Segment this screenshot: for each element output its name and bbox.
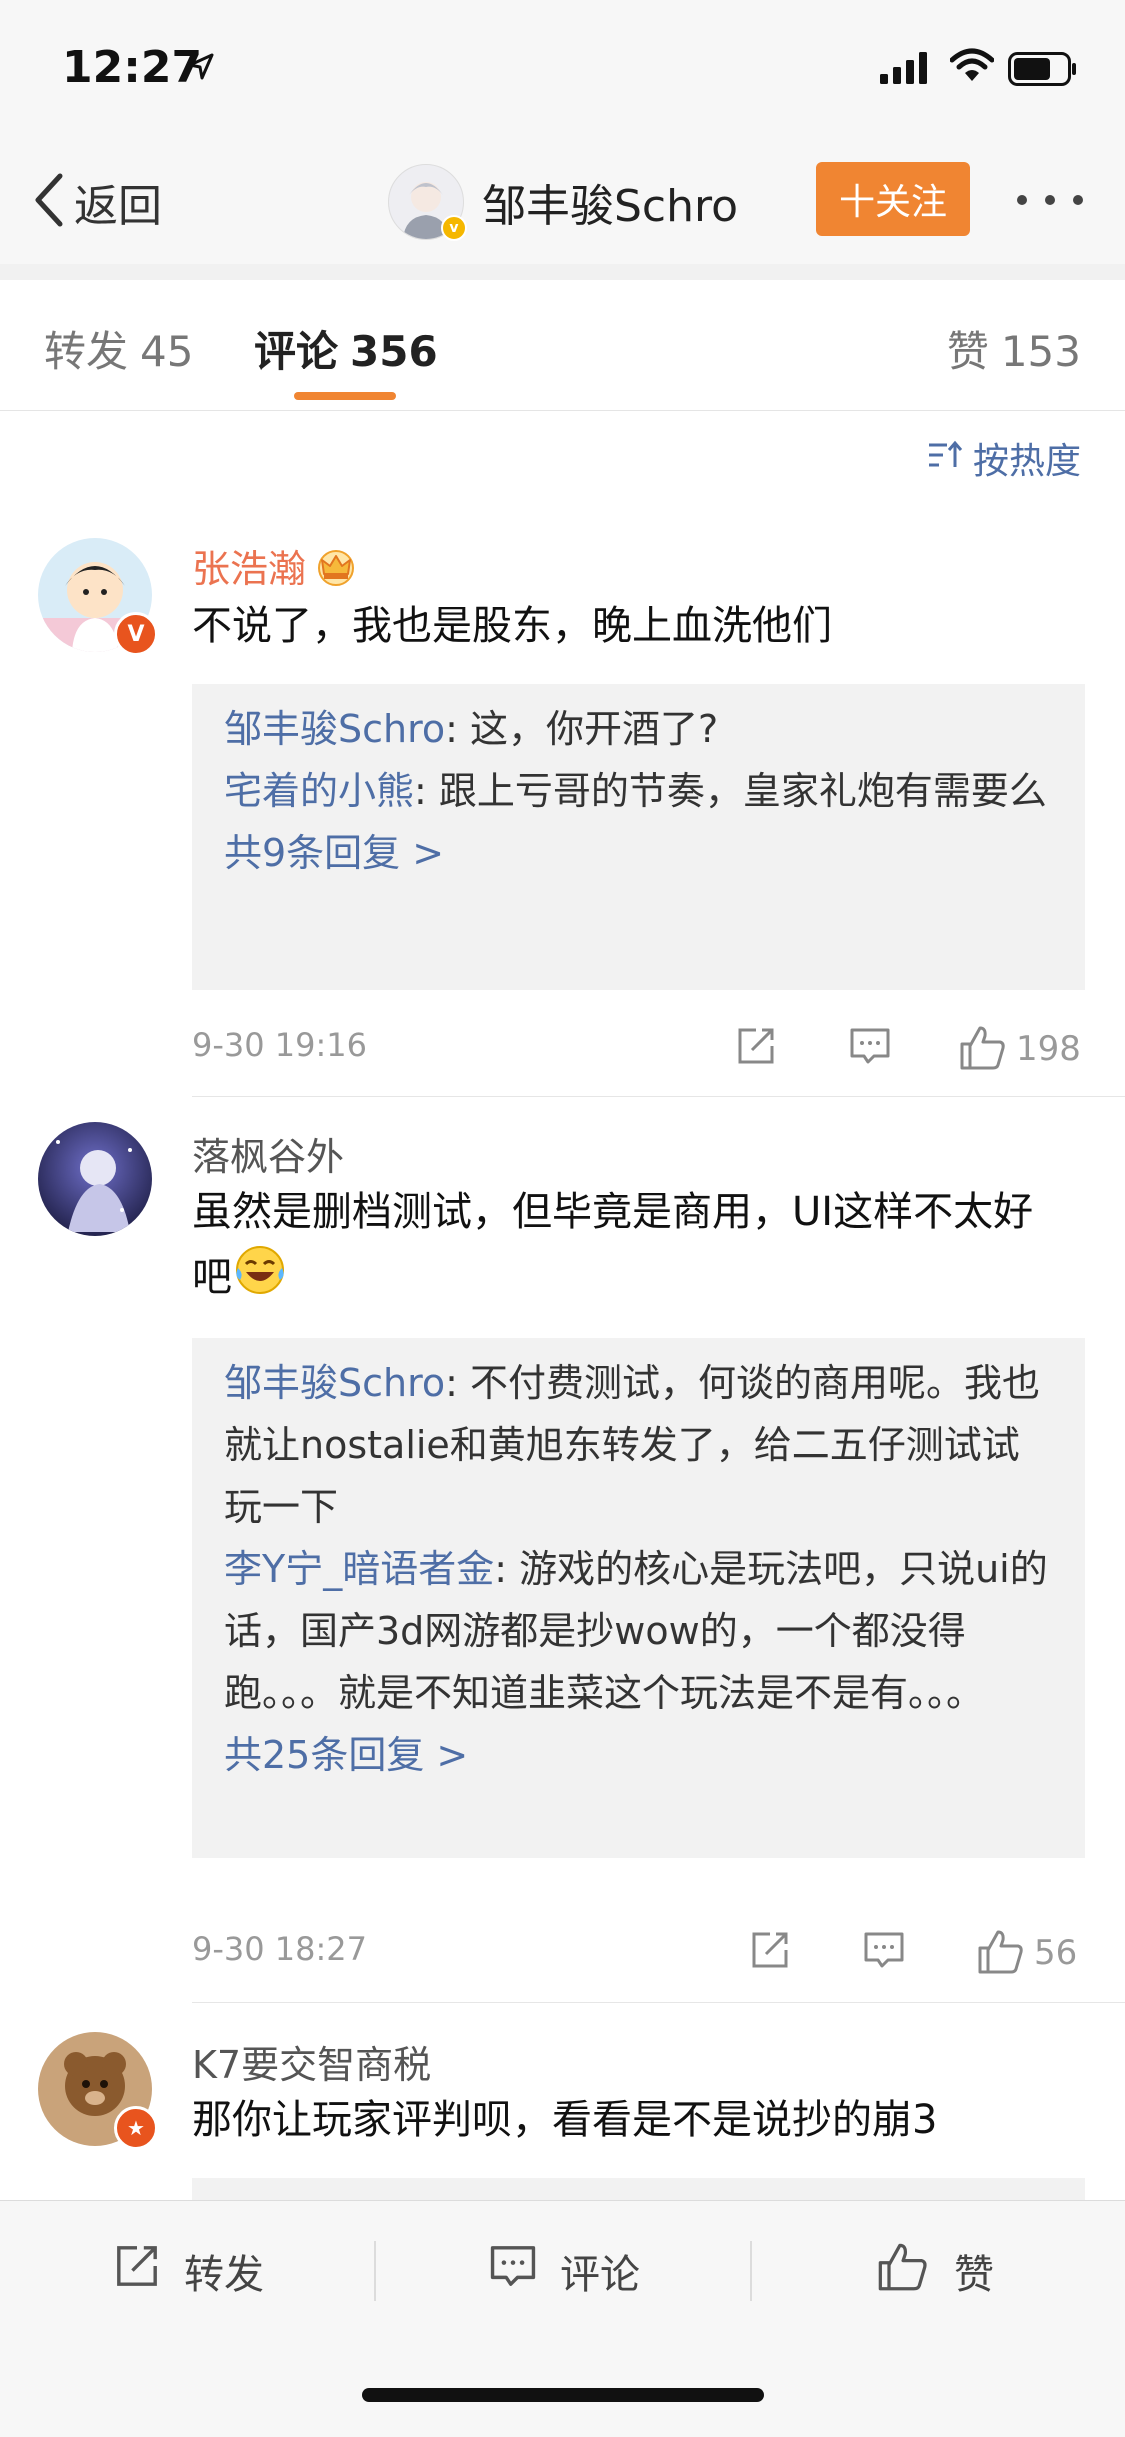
view-more-replies-link[interactable]: 共9条回复 > bbox=[224, 822, 1053, 884]
comment-label: 评论 bbox=[560, 2252, 640, 2298]
reply-item: 邹丰骏Schro: 这，你开酒了? bbox=[224, 698, 1053, 760]
like-count: 198 bbox=[1016, 1029, 1081, 1069]
reply-username[interactable]: 宅着的小熊 bbox=[224, 769, 414, 813]
reply-item: 李Y宁_暗语者金: 游戏的核心是玩法吧，只说ui的话，国产3d网游都是抄wow的… bbox=[224, 1538, 1053, 1724]
like-button[interactable]: 56 bbox=[976, 1928, 1077, 1978]
reply-item: 邹丰骏Schro: 不付费测试，何谈的商用呢。我也就让nostalie和黄旭东转… bbox=[224, 1352, 1053, 1538]
tab-likes-count: 153 bbox=[1000, 327, 1081, 376]
cellular-signal-icon bbox=[880, 52, 932, 88]
page-title: 邹丰骏Schro bbox=[482, 181, 739, 232]
tab-likes[interactable]: 赞 153 bbox=[947, 318, 1081, 379]
tab-comments-count: 356 bbox=[350, 327, 438, 376]
more-options-icon[interactable] bbox=[1012, 180, 1088, 220]
reply-username[interactable]: 邹丰骏Schro bbox=[224, 707, 445, 751]
like-label: 赞 bbox=[954, 2252, 994, 2298]
nav-profile[interactable]: v 邹丰骏Schro bbox=[388, 158, 738, 246]
reply-comment-icon[interactable] bbox=[862, 1928, 906, 1972]
comment-username[interactable]: K7要交智商税 bbox=[192, 2034, 431, 2089]
divider bbox=[750, 2241, 752, 2301]
reply-username[interactable]: 邹丰骏Schro bbox=[224, 1361, 445, 1405]
thumbs-up-icon bbox=[976, 1928, 1024, 1978]
back-label: 返回 bbox=[74, 181, 162, 232]
avatar[interactable]: ★ bbox=[38, 2032, 158, 2150]
comment-username[interactable]: 张浩瀚 bbox=[192, 538, 358, 595]
reply-text: : 跟上亏哥的节奏，皇家礼炮有需要么 bbox=[414, 769, 1047, 813]
section-gap bbox=[0, 264, 1125, 280]
status-time: 12:27 bbox=[62, 42, 203, 93]
like-count: 56 bbox=[1034, 1933, 1078, 1973]
sort-label: 按热度 bbox=[972, 441, 1081, 482]
comment-date: 9-30 18:27 bbox=[192, 1930, 368, 1968]
comment-meta: 9-30 18:27 56 bbox=[192, 1920, 1085, 1980]
repost-icon[interactable] bbox=[748, 1928, 792, 1972]
verified-badge: v bbox=[441, 215, 467, 241]
wifi-icon bbox=[949, 48, 995, 88]
comment-date: 9-30 19:16 bbox=[192, 1026, 368, 1064]
follow-button[interactable]: 十关注 bbox=[816, 162, 970, 236]
back-button[interactable]: 返回 bbox=[34, 170, 162, 234]
battery-icon bbox=[1008, 52, 1078, 90]
location-arrow-icon bbox=[186, 52, 216, 86]
comment-meta: 9-30 19:16 198 bbox=[192, 1016, 1085, 1076]
comment-content: 那你让玩家评判呗，看看是不是说抄的崩3 bbox=[192, 2097, 938, 2143]
tab-bar: 转发 45 评论 356 赞 153 bbox=[0, 280, 1125, 411]
comment-content: 虽然是删档测试，但毕竟是商用，UI这样不太好吧 bbox=[192, 1180, 1072, 1315]
divider bbox=[192, 2002, 1125, 2003]
comment-content: 不说了，我也是股东，晚上血洗他们 bbox=[192, 603, 832, 649]
nav-bar: 返回 v 邹丰骏Schro 十关注 bbox=[0, 140, 1125, 265]
sort-icon bbox=[927, 438, 973, 479]
like-button[interactable]: 赞 bbox=[876, 2241, 994, 2301]
thumbs-up-icon bbox=[876, 2241, 928, 2301]
verified-badge: V bbox=[114, 612, 158, 656]
laughing-crying-emoji-icon bbox=[232, 1244, 288, 1315]
reply-item: 宅着的小熊: 跟上亏哥的节奏，皇家礼炮有需要么 bbox=[224, 760, 1053, 822]
reply-comment-icon[interactable] bbox=[848, 1024, 892, 1068]
repost-icon[interactable] bbox=[734, 1024, 778, 1068]
sort-by-hot-button[interactable]: 按热度 bbox=[927, 432, 1081, 484]
avatar[interactable]: V bbox=[38, 538, 158, 656]
view-more-replies-link[interactable]: 共25条回复 > bbox=[224, 1724, 1053, 1786]
repost-label: 转发 bbox=[184, 2252, 264, 2298]
reply-box[interactable]: 邹丰骏Schro: 这，你开酒了? 宅着的小熊: 跟上亏哥的节奏，皇家礼炮有需要… bbox=[192, 684, 1085, 990]
comment-username[interactable]: 落枫谷外 bbox=[192, 1126, 344, 1181]
tab-comments-label: 评论 bbox=[254, 327, 339, 376]
reply-text: : 这，你开酒了? bbox=[445, 707, 719, 751]
tab-reposts-label: 转发 bbox=[44, 327, 129, 376]
status-bar: 12:27 bbox=[0, 0, 1125, 140]
repost-icon bbox=[112, 2241, 162, 2301]
repost-button[interactable]: 转发 bbox=[112, 2241, 264, 2301]
thumbs-up-icon bbox=[958, 1024, 1006, 1074]
divider bbox=[374, 2241, 376, 2301]
reply-box[interactable]: 邹丰骏Schro: 不付费测试，何谈的商用呢。我也就让nostalie和黄旭东转… bbox=[192, 1338, 1085, 1858]
tab-comments[interactable]: 评论 356 bbox=[254, 318, 438, 379]
reply-username[interactable]: 李Y宁_暗语者金 bbox=[224, 1547, 494, 1591]
active-tab-indicator bbox=[294, 392, 396, 400]
member-badge: ★ bbox=[114, 2106, 158, 2150]
home-indicator[interactable] bbox=[362, 2388, 764, 2402]
chevron-left-icon bbox=[34, 172, 64, 232]
vip-crown-icon bbox=[314, 548, 358, 595]
like-button[interactable]: 198 bbox=[958, 1024, 1081, 1074]
tab-reposts-count: 45 bbox=[140, 327, 194, 376]
divider bbox=[192, 1096, 1125, 1097]
tab-reposts[interactable]: 转发 45 bbox=[44, 318, 193, 379]
avatar[interactable] bbox=[38, 1122, 152, 1236]
comment-button[interactable]: 评论 bbox=[488, 2241, 640, 2301]
tab-likes-label: 赞 bbox=[946, 327, 989, 376]
comment-icon bbox=[488, 2241, 538, 2301]
avatar[interactable]: v bbox=[388, 164, 467, 241]
